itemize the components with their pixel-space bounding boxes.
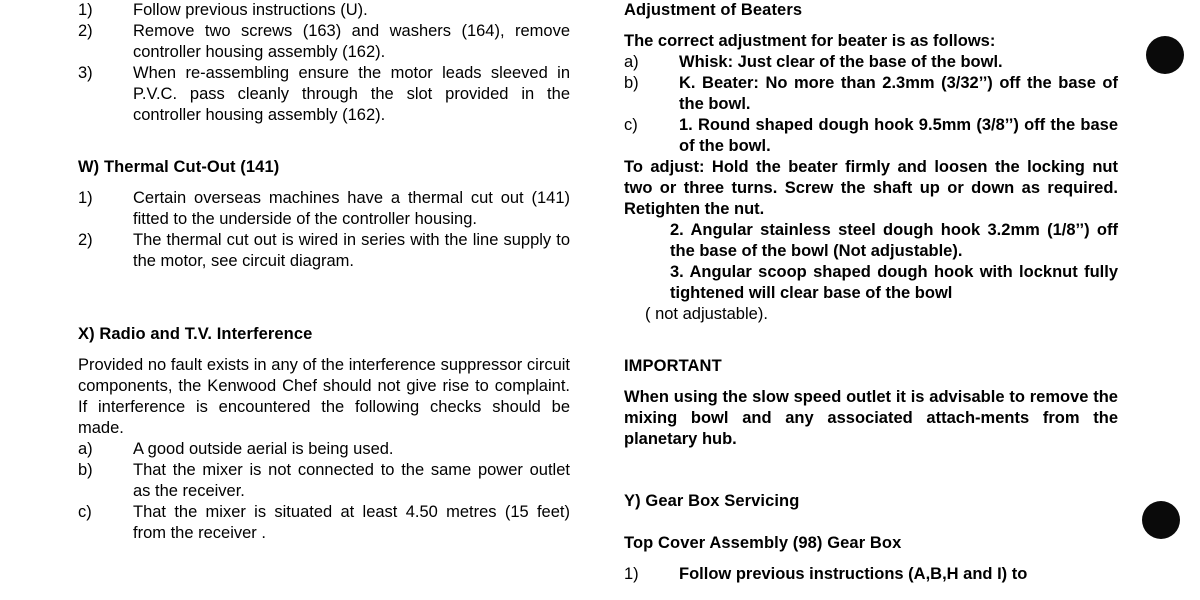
list-item: 2) The thermal cut out is wired in serie… <box>78 230 570 272</box>
left-text-column: 1) Follow previous instructions (U). 2) … <box>78 0 570 544</box>
beaters-list: a) Whisk: Just clear of the base of the … <box>624 52 1118 157</box>
list-item: 1) Follow previous instructions (U). <box>78 0 570 21</box>
section-w-list: 1) Certain overseas machines have a ther… <box>78 188 570 272</box>
list-item-text: 1. Round shaped dough hook 9.5mm (3/8’’)… <box>679 116 1118 155</box>
beater-subitem-3: 3. Angular scoop shaped dough hook with … <box>670 263 1118 302</box>
list-item-text: Follow previous instructions (A,B,H and … <box>679 565 1028 583</box>
list-item: c) That the mixer is situated at least 4… <box>78 502 570 544</box>
list-marker: 2) <box>78 22 93 40</box>
list-item-text: When re-assembling ensure the motor lead… <box>133 64 570 124</box>
right-text-column: Adjustment of Beaters The correct adjust… <box>624 0 1118 585</box>
list-marker: b) <box>78 461 93 479</box>
gearbox-list: 1) Follow previous instructions (A,B,H a… <box>624 564 1118 585</box>
list-item-text: Follow previous instructions (U). <box>133 1 368 19</box>
registration-dot-bottom <box>1142 501 1180 539</box>
list-marker: 1) <box>624 565 639 583</box>
list-item: b) That the mixer is not connected to th… <box>78 460 570 502</box>
list-marker: 3) <box>78 64 93 82</box>
document-page: 1) Follow previous instructions (U). 2) … <box>0 0 1200 600</box>
list-item: 1) Certain overseas machines have a ther… <box>78 188 570 230</box>
list-marker: 1) <box>78 189 93 207</box>
list-marker: b) <box>624 74 639 92</box>
list-item-text: The thermal cut out is wired in series w… <box>133 231 570 270</box>
beater-subitem-2: 2. Angular stainless steel dough hook 3.… <box>670 221 1118 260</box>
section-heading-important: IMPORTANT <box>624 357 722 375</box>
beater-subitem-tail: ( not adjustable). <box>645 305 768 323</box>
list-item-text: K. Beater: No more than 2.3mm (3/32’’) o… <box>679 74 1118 113</box>
list-item: 2) Remove two screws (163) and washers (… <box>78 21 570 63</box>
list-item-text: That the mixer is not connected to the s… <box>133 461 570 500</box>
list-marker: 2) <box>78 231 93 249</box>
left-continued-list: 1) Follow previous instructions (U). 2) … <box>78 0 570 126</box>
list-marker: a) <box>78 440 93 458</box>
section-heading-y: Y) Gear Box Servicing <box>624 492 800 510</box>
section-heading-w: W) Thermal Cut-Out (141) <box>78 158 280 176</box>
section-heading-adjustment-of-beaters: Adjustment of Beaters <box>624 1 803 19</box>
list-item: 3) When re-assembling ensure the motor l… <box>78 63 570 126</box>
list-item-text: Certain overseas machines have a thermal… <box>133 189 570 228</box>
list-item: a) A good outside aerial is being used. <box>78 439 570 460</box>
list-marker: 1) <box>78 1 93 19</box>
section-x-intro-paragraph: Provided no fault exists in any of the i… <box>78 356 570 437</box>
list-item-text: A good outside aerial is being used. <box>133 440 394 458</box>
list-item: c) 1. Round shaped dough hook 9.5mm (3/8… <box>624 115 1118 157</box>
list-marker: a) <box>624 53 639 71</box>
list-item-text: That the mixer is situated at least 4.50… <box>133 503 570 542</box>
section-x-list: a) A good outside aerial is being used. … <box>78 439 570 544</box>
important-paragraph: When using the slow speed outlet it is a… <box>624 388 1118 448</box>
list-item: a) Whisk: Just clear of the base of the … <box>624 52 1118 73</box>
registration-dot-top <box>1146 36 1184 74</box>
to-adjust-paragraph: To adjust: Hold the beater firmly and lo… <box>624 158 1118 218</box>
list-item-text: Whisk: Just clear of the base of the bow… <box>679 53 1003 71</box>
list-item: 1) Follow previous instructions (A,B,H a… <box>624 564 1118 585</box>
list-item: b) K. Beater: No more than 2.3mm (3/32’’… <box>624 73 1118 115</box>
section-heading-x: X) Radio and T.V. Interference <box>78 325 313 343</box>
list-marker: c) <box>624 116 638 134</box>
list-marker: c) <box>78 503 92 521</box>
beaters-intro-paragraph: The correct adjustment for beater is as … <box>624 32 996 50</box>
list-item-text: Remove two screws (163) and washers (164… <box>133 22 570 61</box>
subsection-heading-top-cover-assembly: Top Cover Assembly (98) Gear Box <box>624 534 902 552</box>
